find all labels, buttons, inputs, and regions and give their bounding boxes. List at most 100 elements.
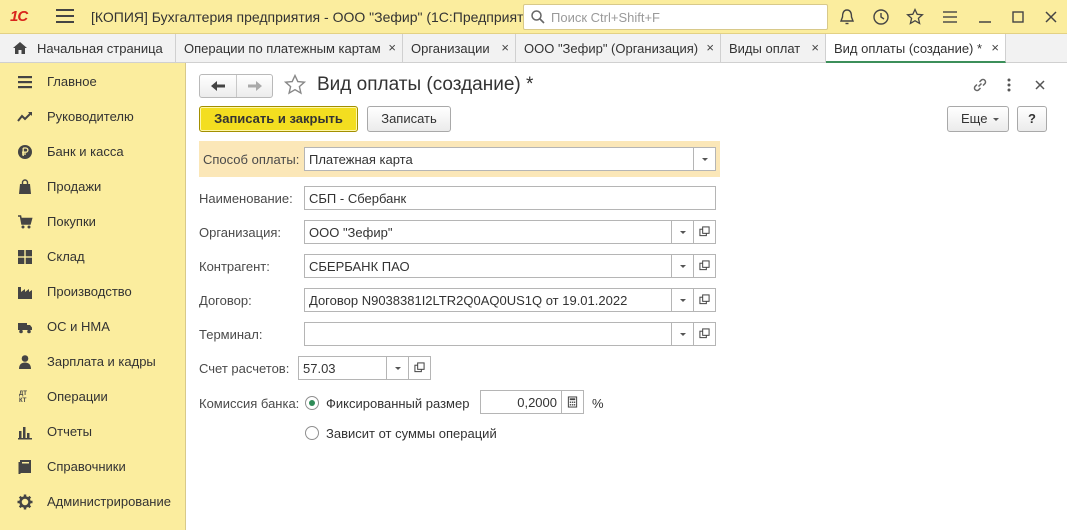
ruble-coin-icon xyxy=(18,145,32,159)
sidebar-item-salary[interactable]: Зарплата и кадры xyxy=(0,345,186,380)
form-title: Вид оплаты (создание) * xyxy=(317,74,534,95)
truck-icon xyxy=(18,323,32,334)
tab-payment-type-create[interactable]: Вид оплаты (создание) * × xyxy=(826,34,1006,63)
tab-organization-zefir[interactable]: ООО "Зефир" (Организация) × xyxy=(516,34,721,63)
more-vertical-icon[interactable] xyxy=(1000,76,1018,94)
forward-arrow-icon[interactable] xyxy=(246,78,264,94)
tab-close-icon[interactable]: × xyxy=(811,40,819,55)
home-icon xyxy=(13,42,27,54)
window-title: [КОПИЯ] Бухгалтерия предприятия - ООО "З… xyxy=(91,9,544,25)
sidebar-item-label: Администрирование xyxy=(47,494,171,509)
account-dropdown-icon[interactable] xyxy=(387,356,409,380)
sidebar-item-production[interactable]: Производство xyxy=(0,275,186,310)
bell-icon[interactable] xyxy=(837,7,857,27)
close-icon[interactable] xyxy=(1041,7,1061,27)
calculator-button[interactable] xyxy=(562,390,584,414)
sidebar-item-label: Производство xyxy=(47,284,132,299)
tab-close-icon[interactable]: × xyxy=(388,40,396,55)
search-icon xyxy=(531,10,545,24)
sidebar-item-label: Склад xyxy=(47,249,85,264)
open-form-icon xyxy=(699,260,710,271)
debit-credit-icon: ДТ КТ xyxy=(19,391,27,404)
search-placeholder: Поиск Ctrl+Shift+F xyxy=(551,10,660,25)
form-area: Вид оплаты (создание) * Записать и закры… xyxy=(187,63,1067,530)
sidebar-item-bank[interactable]: Банк и касса xyxy=(0,135,186,170)
contract-dropdown-icon[interactable] xyxy=(672,288,694,312)
book-icon xyxy=(18,460,31,474)
app-logo: 1С xyxy=(10,8,28,25)
tab-label: Вид оплаты (создание) * xyxy=(834,41,983,56)
account-field[interactable]: 57.03 xyxy=(298,356,387,380)
sidebar-item-operations[interactable]: ДТ КТ Операции xyxy=(0,380,186,415)
payment-method-dropdown-icon[interactable] xyxy=(694,147,716,171)
sidebar-item-main[interactable]: Главное xyxy=(0,65,186,100)
cart-icon xyxy=(18,215,33,229)
sidebar-item-sales[interactable]: Продажи xyxy=(0,170,186,205)
favorite-star-icon[interactable] xyxy=(283,73,307,97)
search-input[interactable]: Поиск Ctrl+Shift+F xyxy=(523,4,828,30)
payment-method-select[interactable]: Платежная карта xyxy=(304,147,694,171)
organization-open-button[interactable] xyxy=(694,220,716,244)
sidebar-item-label: Справочники xyxy=(47,459,126,474)
sidebar: Главное Руководителю Банк и касса Продаж… xyxy=(0,63,186,530)
save-and-close-button[interactable]: Записать и закрыть xyxy=(199,106,358,132)
sidebar-item-administration[interactable]: Администрирование xyxy=(0,485,186,520)
sidebar-item-label: Покупки xyxy=(47,214,96,229)
sidebar-item-purchases[interactable]: Покупки xyxy=(0,205,186,240)
save-button[interactable]: Записать xyxy=(367,106,451,132)
commission-value-field[interactable]: 0,2000 xyxy=(480,390,562,414)
commission-fixed-label[interactable]: Фиксированный размер xyxy=(326,396,469,411)
organization-dropdown-icon[interactable] xyxy=(672,220,694,244)
tab-home[interactable]: Начальная страница xyxy=(0,34,176,63)
counterparty-open-button[interactable] xyxy=(694,254,716,278)
sidebar-item-manager[interactable]: Руководителю xyxy=(0,100,186,135)
main-menu-icon[interactable] xyxy=(56,9,74,25)
more-button-label: Еще xyxy=(961,111,988,126)
sidebar-item-label: Зарплата и кадры xyxy=(47,354,156,369)
sidebar-item-label: Банк и касса xyxy=(47,144,124,159)
tab-close-icon[interactable]: × xyxy=(706,40,714,55)
open-form-icon xyxy=(699,328,710,339)
counterparty-label: Контрагент: xyxy=(199,259,270,274)
sidebar-item-reports[interactable]: Отчеты xyxy=(0,415,186,450)
commission-depends-label[interactable]: Зависит от суммы операций xyxy=(326,426,497,441)
bar-chart-icon xyxy=(18,427,32,440)
sidebar-item-label: ОС и НМА xyxy=(47,319,110,334)
open-form-icon xyxy=(699,226,710,237)
contract-open-button[interactable] xyxy=(694,288,716,312)
title-bar: 1С [КОПИЯ] Бухгалтерия предприятия - ООО… xyxy=(0,0,1067,34)
sidebar-item-catalogs[interactable]: Справочники xyxy=(0,450,186,485)
account-open-button[interactable] xyxy=(409,356,431,380)
contract-field[interactable]: Договор N9038381I2LTR2Q0AQ0US1Q от 19.01… xyxy=(304,288,672,312)
tab-card-operations[interactable]: Операции по платежным картам × xyxy=(176,34,403,63)
tab-label: Операции по платежным картам xyxy=(184,41,381,56)
commission-fixed-radio[interactable] xyxy=(305,396,319,410)
sidebar-item-fixed-assets[interactable]: ОС и НМА xyxy=(0,310,186,345)
minimize-icon[interactable] xyxy=(975,7,995,27)
tab-close-icon[interactable]: × xyxy=(991,40,999,55)
favorites-star-icon[interactable] xyxy=(905,7,925,27)
commission-depends-radio[interactable] xyxy=(305,426,319,440)
tab-close-icon[interactable]: × xyxy=(501,40,509,55)
form-close-icon[interactable] xyxy=(1031,76,1049,94)
maximize-icon[interactable] xyxy=(1008,7,1028,27)
tab-organizations[interactable]: Организации × xyxy=(403,34,516,63)
terminal-label: Терминал: xyxy=(199,327,263,342)
link-icon[interactable] xyxy=(971,76,989,94)
trend-chart-icon xyxy=(17,112,32,122)
settings-menu-icon[interactable] xyxy=(940,7,960,27)
organization-field[interactable]: ООО "Зефир" xyxy=(304,220,672,244)
terminal-field[interactable] xyxy=(304,322,672,346)
back-arrow-icon[interactable] xyxy=(209,78,227,94)
help-button[interactable]: ? xyxy=(1017,106,1047,132)
warehouse-grid-icon xyxy=(18,250,32,264)
tab-payment-types[interactable]: Виды оплат × xyxy=(721,34,826,63)
more-button[interactable]: Еще xyxy=(947,106,1009,132)
terminal-open-button[interactable] xyxy=(694,322,716,346)
counterparty-field[interactable]: СБЕРБАНК ПАО xyxy=(304,254,672,278)
terminal-dropdown-icon[interactable] xyxy=(672,322,694,346)
sidebar-item-warehouse[interactable]: Склад xyxy=(0,240,186,275)
name-field[interactable]: СБП - Сбербанк xyxy=(304,186,716,210)
counterparty-dropdown-icon[interactable] xyxy=(672,254,694,278)
history-icon[interactable] xyxy=(871,7,891,27)
